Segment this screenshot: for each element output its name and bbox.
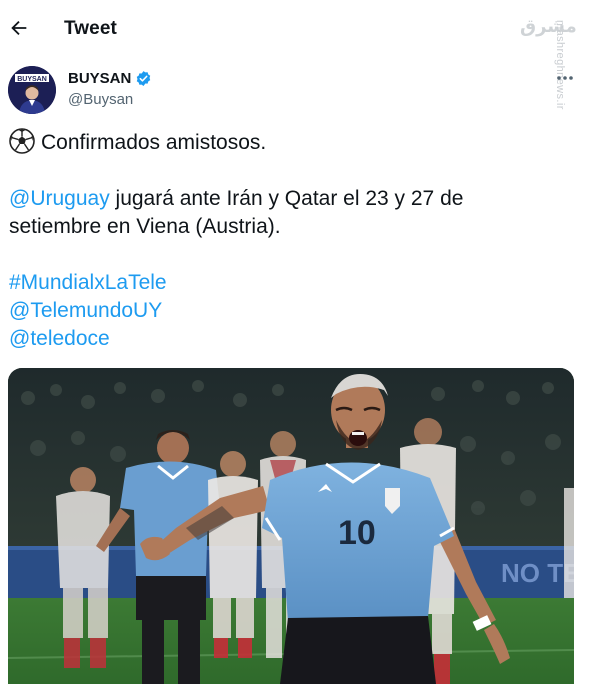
author-name-row: BUYSAN — [68, 70, 152, 87]
avatar-label: BUYSAN — [17, 76, 47, 83]
tweet-text-line3: setiembre en Viena (Austria). — [9, 215, 281, 238]
tweet-line-1: Confirmados amistosos. — [9, 128, 569, 157]
jersey-number: 10 — [338, 514, 376, 552]
watermark: مشرق mashreghnews.ir — [520, 14, 580, 124]
soccer-ball-icon — [9, 128, 35, 154]
mention-teledoce-link[interactable]: @teledoce — [9, 327, 110, 350]
tweet-text-line2: jugará ante Irán y Qatar el 23 y 27 de — [109, 187, 464, 210]
tweet-text: Confirmados amistosos. @Uruguay jugará a… — [9, 128, 569, 353]
author-handle[interactable]: @Buysan — [68, 91, 133, 108]
ad-board-text: NO TE — [501, 558, 574, 588]
watermark-logo: مشرق — [520, 16, 577, 37]
hashtag-mundialxlatele-link[interactable]: #MundialxLaTele — [9, 271, 167, 294]
mention-uruguay-link[interactable]: @Uruguay — [9, 187, 110, 210]
author-name[interactable]: BUYSAN — [68, 70, 131, 87]
page-title: Tweet — [64, 18, 117, 39]
watermark-text: mashreghnews.ir — [554, 20, 566, 110]
arrow-left-icon[interactable] — [8, 17, 30, 39]
tweet-text-line1: Confirmados amistosos. — [41, 131, 267, 154]
mention-telemundouy-link[interactable]: @TelemundoUY — [9, 299, 162, 322]
more-options-icon[interactable] — [555, 72, 575, 84]
verified-badge-icon — [137, 71, 151, 86]
tweet-line-2: @Uruguay jugará ante Irán y Qatar el 23 … — [9, 185, 569, 213]
photo-scene: NO TE 10 — [8, 368, 574, 684]
avatar[interactable]: BUYSAN — [8, 66, 56, 114]
tweet-header: Tweet — [0, 0, 590, 58]
tweet-media-image[interactable]: NO TE 10 — [8, 368, 574, 684]
